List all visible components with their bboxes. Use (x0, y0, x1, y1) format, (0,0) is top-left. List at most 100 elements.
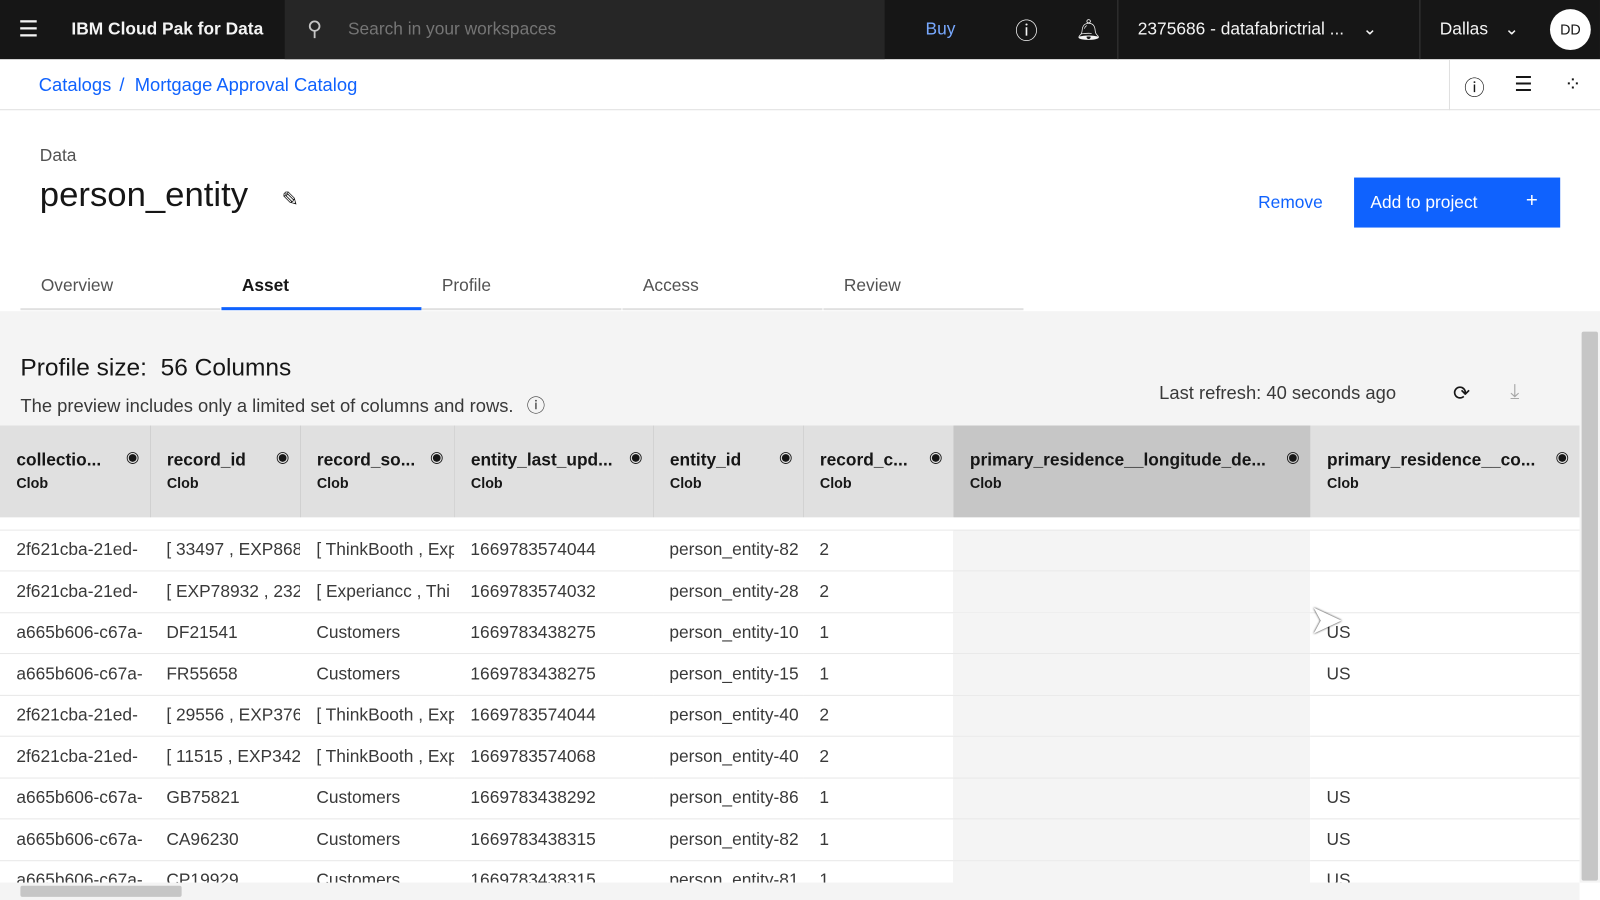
column-header[interactable]: record_so... Clob ◉ (299, 425, 455, 518)
tab-access[interactable]: Access (622, 267, 823, 311)
table-cell[interactable]: US (1310, 818, 1580, 861)
table-cell[interactable]: [ ThinkBooth , Exp (299, 694, 455, 737)
buy-link[interactable]: Buy (926, 0, 956, 59)
table-cell[interactable] (953, 860, 1311, 883)
column-header[interactable]: record_id Clob ◉ (149, 425, 301, 518)
table-cell[interactable]: Customers (299, 777, 455, 820)
table-cell[interactable]: [ 29556 , EXP376 (149, 694, 300, 737)
table-cell[interactable]: 2 (803, 529, 954, 572)
table-cell[interactable]: Customers (299, 860, 455, 883)
column-header[interactable]: entity_id Clob ◉ (653, 425, 804, 518)
table-cell[interactable]: [ ThinkBooth , Exp (299, 529, 455, 572)
tab-review[interactable]: Review (823, 267, 1024, 311)
table-cell[interactable] (953, 529, 1311, 572)
table-cell[interactable]: US (1310, 653, 1580, 696)
table-cell[interactable] (1310, 529, 1580, 572)
search-bar[interactable]: ⚲ (284, 0, 885, 60)
avatar[interactable]: DD (1549, 9, 1591, 50)
table-cell[interactable]: Customers (299, 653, 455, 696)
table-cell[interactable] (953, 818, 1311, 861)
table-cell[interactable]: [ 11515 , EXP342 (149, 736, 300, 779)
scrollbar-thumb[interactable] (1581, 331, 1598, 881)
table-cell[interactable]: [ 33497 , EXP868 (149, 529, 300, 572)
table-cell[interactable]: person_entity-81 (653, 860, 804, 883)
table-cell[interactable]: [ EXP78932 , 232 (149, 570, 300, 613)
table-cell[interactable]: a665b606-c67a- (0, 612, 150, 655)
table-cell[interactable]: DF21541 (149, 612, 300, 655)
eye-icon[interactable]: ◉ (1556, 448, 1569, 466)
remove-button[interactable]: Remove (1258, 193, 1323, 213)
column-header[interactable]: primary_residence__co... Clob ◉ (1310, 425, 1580, 518)
table-cell[interactable]: person_entity-82 (653, 818, 804, 861)
eye-icon[interactable]: ◉ (276, 448, 289, 466)
table-cell[interactable] (953, 653, 1311, 696)
table-cell[interactable]: 1669783438275 (454, 653, 654, 696)
table-cell[interactable]: a665b606-c67a- (0, 818, 150, 861)
table-cell[interactable]: 1 (803, 653, 954, 696)
table-cell[interactable]: 1 (803, 612, 954, 655)
table-cell[interactable]: US (1310, 860, 1580, 883)
table-cell[interactable] (953, 612, 1311, 655)
table-cell[interactable]: GB75821 (149, 777, 300, 820)
column-header[interactable]: primary_residence__longitude_de... Clob ◉ (953, 425, 1311, 518)
table-cell[interactable] (953, 570, 1311, 613)
table-cell[interactable] (953, 694, 1311, 737)
table-cell[interactable]: 1669783438315 (454, 860, 654, 883)
lineage-icon[interactable]: ☰ (1514, 71, 1532, 97)
eye-icon[interactable]: ◉ (126, 448, 139, 466)
table-cell[interactable]: 2 (803, 736, 954, 779)
vertical-scrollbar[interactable] (1579, 311, 1600, 883)
column-header[interactable]: record_c... Clob ◉ (803, 425, 954, 518)
eye-icon[interactable]: ◉ (629, 448, 642, 466)
download-icon[interactable]: ⤓ (1510, 381, 1519, 404)
table-cell[interactable] (953, 777, 1311, 820)
table-cell[interactable]: 1669783438292 (454, 777, 654, 820)
edit-icon[interactable]: ✎ (282, 187, 299, 213)
tab-overview[interactable]: Overview (20, 267, 221, 311)
table-cell[interactable]: 2f621cba-21ed- (0, 529, 150, 572)
table-cell[interactable]: person_entity-40 (653, 694, 804, 737)
info-icon[interactable]: ⓘ (527, 396, 545, 416)
help-icon[interactable]: ⓘ (1015, 0, 1037, 59)
table-cell[interactable]: 1669783574068 (454, 736, 654, 779)
table-cell[interactable]: 2f621cba-21ed- (0, 694, 150, 737)
table-cell[interactable]: person_entity-10 (653, 612, 804, 655)
refresh-icon[interactable]: ⟳ (1453, 381, 1470, 407)
apps-icon[interactable]: ⁘ (1564, 71, 1581, 97)
table-cell[interactable] (1310, 570, 1580, 613)
eye-icon[interactable]: ◉ (430, 448, 443, 466)
table-cell[interactable]: CP19929 (149, 860, 300, 883)
tab-asset[interactable]: Asset (221, 267, 422, 311)
breadcrumb-catalog[interactable]: Mortgage Approval Catalog (135, 74, 358, 95)
table-cell[interactable]: person_entity-15 (653, 653, 804, 696)
table-cell[interactable]: Customers (299, 818, 455, 861)
table-cell[interactable]: US (1310, 612, 1580, 655)
region-switcher[interactable]: Dallas ⌄ (1440, 0, 1519, 59)
table-cell[interactable]: FR55658 (149, 653, 300, 696)
table-cell[interactable]: 1669783438315 (454, 818, 654, 861)
table-cell[interactable]: 1 (803, 818, 954, 861)
table-cell[interactable]: person_entity-86 (653, 777, 804, 820)
eye-icon[interactable]: ◉ (929, 448, 942, 466)
table-cell[interactable]: 1669783574032 (454, 570, 654, 613)
table-cell[interactable]: 2 (803, 694, 954, 737)
scrollbar-thumb[interactable] (20, 885, 182, 897)
table-cell[interactable]: 1669783574044 (454, 694, 654, 737)
table-cell[interactable]: 2f621cba-21ed- (0, 736, 150, 779)
table-cell[interactable]: 2f621cba-21ed- (0, 570, 150, 613)
table-cell[interactable]: a665b606-c67a- (0, 653, 150, 696)
table-cell[interactable]: a665b606-c67a- (0, 777, 150, 820)
table-cell[interactable]: person_entity-28 (653, 570, 804, 613)
table-cell[interactable]: 1 (803, 860, 954, 883)
eye-icon[interactable]: ◉ (1286, 448, 1299, 466)
table-cell[interactable]: [ Experiancc , Thi (299, 570, 455, 613)
account-switcher[interactable]: 2375686 - datafabrictrial ... ⌄ (1138, 0, 1377, 59)
table-cell[interactable]: 1669783438275 (454, 612, 654, 655)
table-cell[interactable] (953, 736, 1311, 779)
table-cell[interactable]: person_entity-82 (653, 529, 804, 572)
breadcrumb-catalogs[interactable]: Catalogs (39, 74, 111, 95)
horizontal-scrollbar[interactable] (0, 882, 1580, 900)
table-cell[interactable] (1310, 694, 1580, 737)
column-header[interactable]: collectio... Clob ◉ (0, 425, 151, 518)
table-cell[interactable]: US (1310, 777, 1580, 820)
